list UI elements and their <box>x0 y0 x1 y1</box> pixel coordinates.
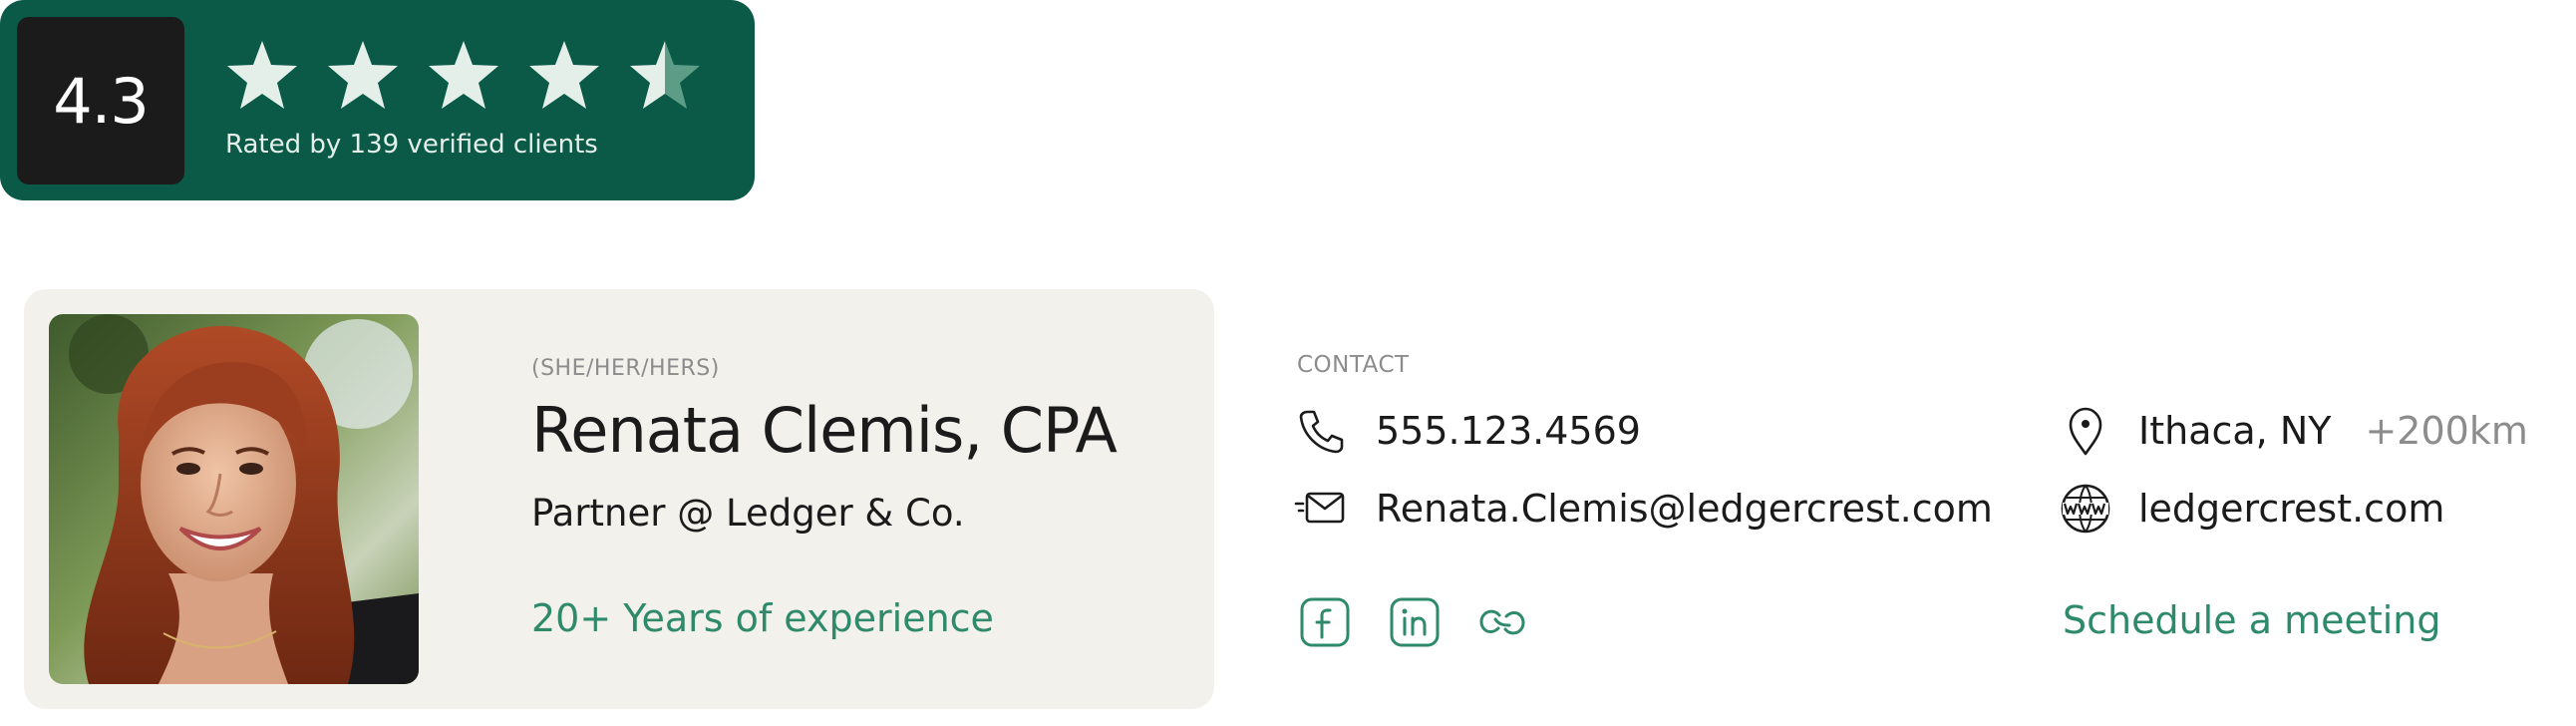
link-icon[interactable] <box>1475 595 1529 649</box>
phone-number: 555.123.4569 <box>1376 409 1641 453</box>
profile-name: Renata Clemis, CPA <box>531 394 1118 467</box>
rating-score-box: 4.3 <box>17 17 184 184</box>
experience-years: 20+ Years of experience <box>531 596 994 640</box>
location-city: Ithaca, NY <box>2138 409 2332 453</box>
phone-icon <box>1294 404 1348 458</box>
star-full-icon <box>426 38 501 114</box>
location-pin-icon <box>2059 404 2112 458</box>
star-half-icon <box>627 38 703 114</box>
globe-www-icon <box>2059 482 2112 536</box>
schedule-meeting-link[interactable]: Schedule a meeting <box>2063 598 2441 642</box>
rating-badge: 4.3 Rated by 139 verified clients <box>0 0 755 200</box>
email-contact[interactable]: Renata.Clemis@ledgercrest.com <box>1294 481 1993 537</box>
star-full-icon <box>526 38 602 114</box>
profile-photo <box>49 314 419 684</box>
pronouns: (SHE/HER/HERS) <box>531 356 720 381</box>
star-full-icon <box>325 38 401 114</box>
email-address: Renata.Clemis@ledgercrest.com <box>1376 487 1993 531</box>
website-contact[interactable]: ledgercrest.com <box>2059 481 2444 537</box>
star-full-icon <box>224 38 300 114</box>
location-contact: Ithaca, NY +200km <box>2059 403 2528 459</box>
service-radius: +200km <box>2365 409 2528 453</box>
profile-card: (SHE/HER/HERS) Renata Clemis, CPA Partne… <box>24 289 1214 709</box>
rating-score: 4.3 <box>53 64 150 138</box>
linkedin-icon[interactable] <box>1388 595 1442 649</box>
profile-title: Partner @ Ledger & Co. <box>531 492 965 535</box>
phone-contact[interactable]: 555.123.4569 <box>1294 403 1641 459</box>
rated-by-text: Rated by 139 verified clients <box>225 130 598 160</box>
contact-heading: CONTACT <box>1297 352 1410 378</box>
website-url: ledgercrest.com <box>2138 487 2445 531</box>
facebook-icon[interactable] <box>1298 595 1352 649</box>
email-icon <box>1294 482 1348 536</box>
